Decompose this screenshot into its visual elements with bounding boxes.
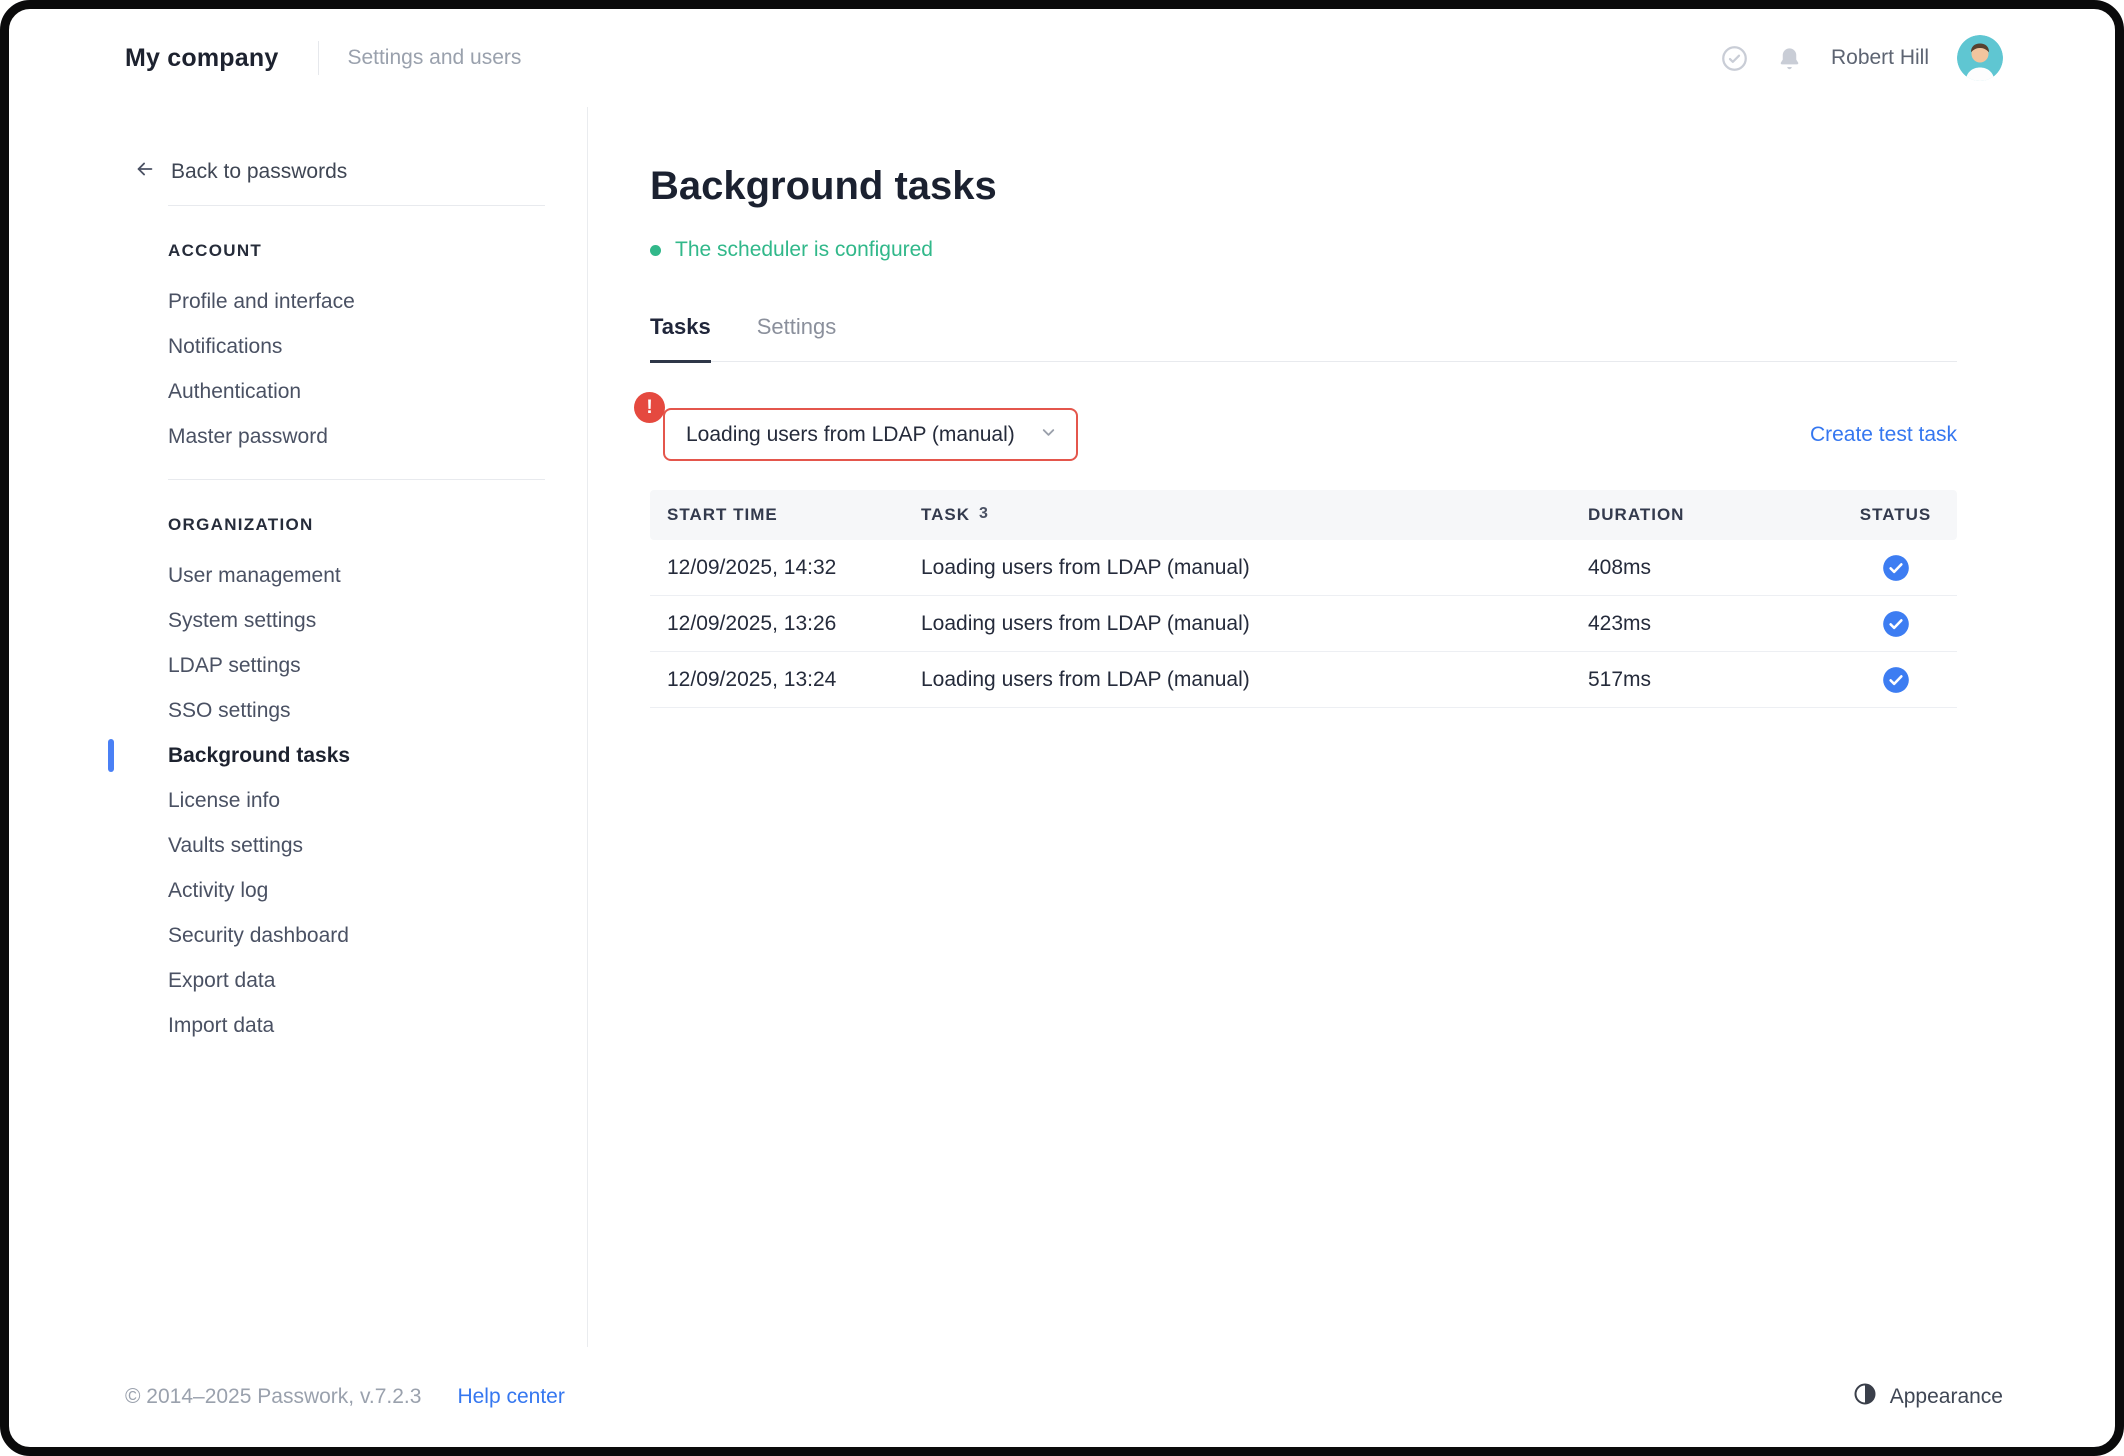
sidebar-group-account: ACCOUNT (168, 241, 545, 263)
copyright-text: © 2014–2025 Passwork, v.7.2.3 (125, 1385, 421, 1409)
header-actions: Robert Hill (1721, 35, 2003, 81)
sidebar-divider (168, 479, 545, 480)
sidebar-item-authentication[interactable]: Authentication (168, 369, 545, 414)
cell-start-time: 12/09/2025, 13:26 (667, 612, 921, 636)
sidebar-item-sso-settings[interactable]: SSO settings (168, 688, 545, 733)
table-header: START TIME TASK3 DURATION STATUS (650, 490, 1957, 540)
help-center-link[interactable]: Help center (457, 1385, 564, 1409)
sidebar-item-ldap-settings[interactable]: LDAP settings (168, 643, 545, 688)
sidebar-item-import-data[interactable]: Import data (168, 1003, 545, 1048)
footer: © 2014–2025 Passwork, v.7.2.3 Help cente… (9, 1347, 2115, 1447)
user-name[interactable]: Robert Hill (1831, 46, 1929, 70)
company-name[interactable]: My company (125, 44, 278, 73)
top-header: My company Settings and users Robert Hil… (9, 9, 2115, 107)
bell-icon[interactable] (1776, 45, 1803, 72)
sidebar: Back to passwords ACCOUNT Profile and in… (9, 107, 588, 1347)
header-divider (318, 41, 319, 75)
status-success-icon (1851, 554, 1940, 582)
sidebar-item-user-management[interactable]: User management (168, 553, 545, 598)
column-task: TASK3 (921, 505, 1588, 525)
sidebar-group-organization: ORGANIZATION (168, 515, 545, 537)
column-start-time: START TIME (667, 505, 921, 525)
back-to-passwords-link[interactable]: Back to passwords (134, 159, 545, 185)
task-count-badge: 3 (979, 505, 988, 522)
status-dot-icon (650, 245, 661, 256)
cell-duration: 408ms (1588, 556, 1851, 580)
sidebar-item-profile-and-interface[interactable]: Profile and interface (168, 279, 545, 324)
task-type-select[interactable]: Loading users from LDAP (manual) (663, 408, 1078, 461)
tasks-check-icon[interactable] (1721, 45, 1748, 72)
sidebar-item-export-data[interactable]: Export data (168, 958, 545, 1003)
sidebar-divider (168, 205, 545, 206)
appearance-contrast-icon (1853, 1382, 1877, 1412)
sidebar-list-organization: User management System settings LDAP set… (134, 553, 545, 1048)
body: Back to passwords ACCOUNT Profile and in… (9, 107, 2115, 1347)
tab-tasks[interactable]: Tasks (650, 314, 711, 363)
appearance-label: Appearance (1890, 1385, 2003, 1409)
scheduler-status-text: The scheduler is configured (675, 238, 933, 262)
avatar[interactable] (1957, 35, 2003, 81)
sidebar-item-background-tasks[interactable]: Background tasks (168, 733, 545, 778)
page-title: Background tasks (650, 162, 1957, 210)
cell-task: Loading users from LDAP (manual) (921, 668, 1588, 692)
tasks-table: START TIME TASK3 DURATION STATUS 12/09/2… (650, 490, 1957, 708)
cell-duration: 423ms (1588, 612, 1851, 636)
sidebar-item-system-settings[interactable]: System settings (168, 598, 545, 643)
status-success-icon (1851, 610, 1940, 638)
sidebar-item-master-password[interactable]: Master password (168, 414, 545, 459)
table-row[interactable]: 12/09/2025, 13:24 Loading users from LDA… (650, 652, 1957, 708)
chevron-down-icon (1039, 423, 1058, 447)
appearance-toggle[interactable]: Appearance (1853, 1382, 2003, 1412)
tab-settings[interactable]: Settings (757, 314, 837, 363)
tabs: Tasks Settings (650, 314, 1957, 362)
cell-start-time: 12/09/2025, 13:24 (667, 668, 921, 692)
cell-task: Loading users from LDAP (manual) (921, 612, 1588, 636)
column-duration: DURATION (1588, 505, 1851, 525)
table-row[interactable]: 12/09/2025, 13:26 Loading users from LDA… (650, 596, 1957, 652)
cell-start-time: 12/09/2025, 14:32 (667, 556, 921, 580)
scheduler-status: The scheduler is configured (650, 238, 1957, 262)
arrow-left-icon (134, 158, 156, 186)
sidebar-item-security-dashboard[interactable]: Security dashboard (168, 913, 545, 958)
sidebar-item-notifications[interactable]: Notifications (168, 324, 545, 369)
cell-task: Loading users from LDAP (manual) (921, 556, 1588, 580)
create-test-task-link[interactable]: Create test task (1810, 423, 1957, 447)
back-label: Back to passwords (171, 160, 347, 184)
section-title: Settings and users (347, 46, 521, 70)
table-row[interactable]: 12/09/2025, 14:32 Loading users from LDA… (650, 540, 1957, 596)
task-controls: ! Loading users from LDAP (manual) Creat… (650, 408, 1957, 461)
task-type-select-value: Loading users from LDAP (manual) (686, 423, 1027, 447)
sidebar-item-vaults-settings[interactable]: Vaults settings (168, 823, 545, 868)
cell-duration: 517ms (1588, 668, 1851, 692)
sidebar-list-account: Profile and interface Notifications Auth… (134, 279, 545, 459)
column-status: STATUS (1851, 505, 1940, 525)
main-content: Background tasks The scheduler is config… (588, 107, 2115, 1347)
error-badge-icon: ! (634, 392, 665, 423)
sidebar-item-license-info[interactable]: License info (168, 778, 545, 823)
app-window: My company Settings and users Robert Hil… (0, 0, 2124, 1456)
status-success-icon (1851, 666, 1940, 694)
sidebar-item-activity-log[interactable]: Activity log (168, 868, 545, 913)
